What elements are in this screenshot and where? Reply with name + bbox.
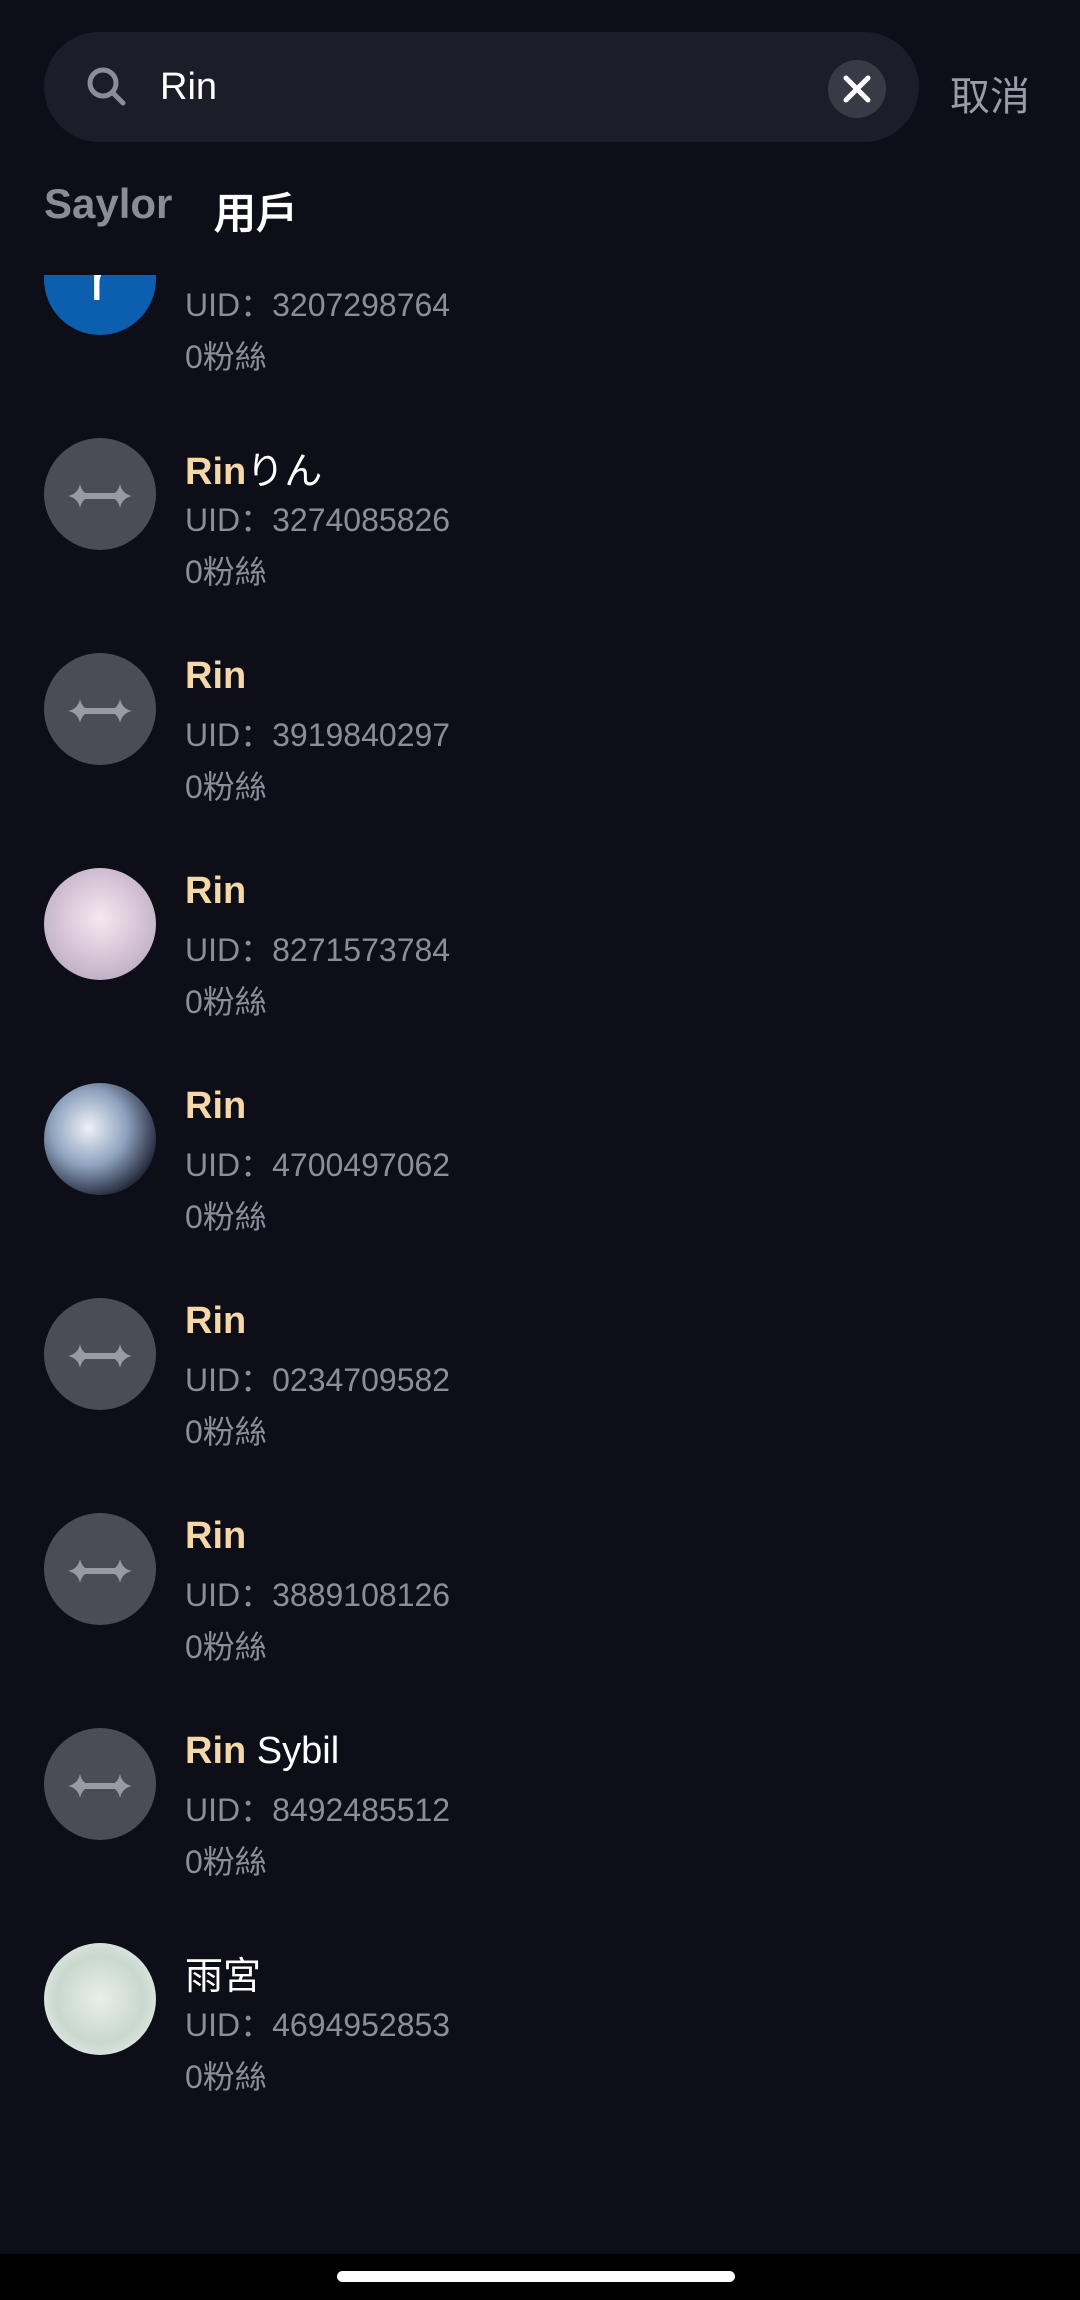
search-bar[interactable] — [44, 32, 919, 142]
sparkle-icon — [68, 484, 132, 508]
user-results-list[interactable]: rrin kiUID：32072987640粉絲RinりんUID：3274085… — [0, 275, 1080, 2255]
sparkle-icon — [68, 1559, 132, 1583]
user-name: Rinりん — [185, 440, 322, 495]
user-list-item[interactable]: Rin UID：3919840297 0粉絲 — [0, 645, 1080, 860]
name-match-highlight: Rin — [185, 870, 247, 912]
user-list-item[interactable]: 雨宮 UID：4694952853 0粉絲 — [0, 1935, 1080, 2150]
user-uid: UID：4700497062 — [185, 1147, 451, 1183]
user-uid: UID：8492485512 — [185, 1792, 451, 1828]
follower-count: 0粉絲 — [185, 1414, 267, 1450]
user-uid: UID：3274085826 — [185, 502, 451, 538]
name-rest: りん — [246, 451, 323, 493]
sparkle-icon — [68, 1774, 132, 1798]
user-name: Rin Sybil — [185, 1730, 339, 1773]
name-match-highlight: Rin — [185, 1730, 247, 1772]
name-rest: Sybil — [246, 1730, 340, 1772]
follower-count: 0粉絲 — [185, 2059, 267, 2095]
user-name: 雨宮 — [185, 1945, 261, 2000]
default-avatar-icon[interactable] — [44, 1728, 156, 1840]
avatar[interactable] — [44, 1083, 156, 1195]
search-icon — [87, 67, 126, 106]
follower-count: 0粉絲 — [185, 339, 267, 375]
follower-count: 0粉絲 — [185, 1199, 267, 1235]
follower-count: 0粉絲 — [185, 1844, 267, 1880]
home-indicator[interactable] — [337, 2271, 735, 2282]
clear-search-button[interactable] — [828, 60, 886, 118]
search-input[interactable] — [160, 52, 840, 122]
sparkle-icon — [68, 699, 132, 723]
avatar[interactable] — [44, 1943, 156, 2055]
avatar[interactable]: r — [44, 275, 156, 335]
tab-saylor[interactable]: Saylor — [44, 180, 172, 228]
user-name: Rin — [185, 655, 246, 698]
follower-count: 0粉絲 — [185, 1629, 267, 1665]
user-list-item[interactable]: Rin Sybil UID：8492485512 0粉絲 — [0, 1720, 1080, 1935]
default-avatar-icon[interactable] — [44, 1513, 156, 1625]
name-match-highlight: Rin — [185, 655, 247, 697]
follower-count: 0粉絲 — [185, 554, 267, 590]
default-avatar-icon[interactable] — [44, 653, 156, 765]
default-avatar-icon[interactable] — [44, 438, 156, 550]
follower-count: 0粉絲 — [185, 769, 267, 805]
tab-users[interactable]: 用戶 — [214, 180, 298, 241]
name-match-highlight: Rin — [185, 1300, 247, 1342]
user-name: Rin — [185, 870, 246, 913]
user-uid: UID：3207298764 — [185, 287, 451, 323]
close-icon — [843, 75, 871, 103]
user-uid: UID：8271573784 — [185, 932, 451, 968]
avatar[interactable] — [44, 868, 156, 980]
user-list-item[interactable]: Rin UID：8271573784 0粉絲 — [0, 860, 1080, 1075]
default-avatar-icon[interactable] — [44, 1298, 156, 1410]
cancel-button[interactable]: 取消 — [950, 64, 1030, 122]
name-match-highlight: Rin — [185, 1515, 247, 1557]
user-uid: UID：3919840297 — [185, 717, 451, 753]
user-uid: UID：0234709582 — [185, 1362, 451, 1398]
user-name: Rin — [185, 1085, 246, 1128]
name-match-highlight: Rin — [185, 1085, 247, 1127]
user-uid: UID：4694952853 — [185, 2007, 451, 2043]
user-uid: UID：3889108126 — [185, 1577, 451, 1613]
user-list-item[interactable]: Rin UID：3889108126 0粉絲 — [0, 1505, 1080, 1720]
sparkle-icon — [68, 1344, 132, 1368]
user-list-item[interactable]: Rin UID：0234709582 0粉絲 — [0, 1290, 1080, 1505]
system-nav-bar — [0, 2254, 1080, 2300]
user-list-item[interactable]: Rinりん UID：3274085826 0粉絲 — [0, 430, 1080, 645]
user-name: Rin — [185, 1300, 246, 1343]
name-match-highlight: Rin — [185, 451, 247, 493]
avatar-letter: r — [90, 275, 110, 313]
follower-count: 0粉絲 — [185, 984, 267, 1020]
name-rest: 雨宮 — [185, 1956, 262, 1998]
user-name: Rin — [185, 1515, 246, 1558]
search-results-screen: 取消 Saylor 用戶 rrin kiUID：32072987640粉絲Rin… — [0, 0, 1080, 2300]
user-list-item[interactable]: rrin kiUID：32072987640粉絲 — [0, 275, 1080, 430]
user-list-item[interactable]: Rin UID：4700497062 0粉絲 — [0, 1075, 1080, 1290]
